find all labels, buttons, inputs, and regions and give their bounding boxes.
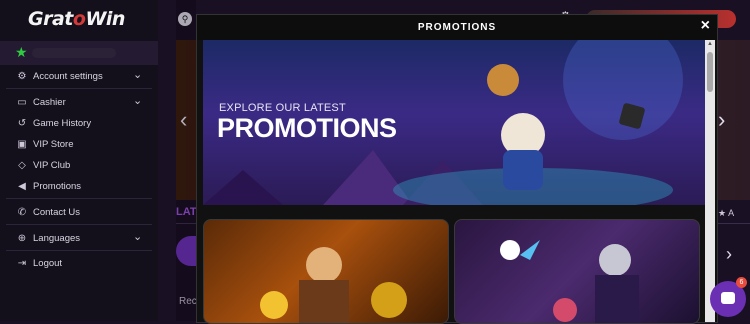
sidebar-item-cashier[interactable]: ▭ Cashier ⌄ — [0, 93, 158, 113]
chevron-down-icon: ⌄ — [133, 95, 143, 107]
sidebar: GratoWin ★ ⚙ Account settings ⌄ ▭ Cashie… — [0, 0, 158, 321]
divider — [6, 224, 152, 225]
notification-badge: 6 — [736, 277, 747, 288]
sidebar-item-game-history[interactable]: ↺ Game History — [0, 114, 158, 134]
star-icon: ★ — [15, 44, 28, 60]
sidebar-item-label: VIP Store — [33, 139, 74, 150]
divider — [6, 250, 152, 251]
overlay — [176, 0, 196, 321]
sidebar-item-label: Game History — [33, 118, 92, 129]
user-progress-bar — [32, 48, 116, 58]
chevron-down-icon: ⌄ — [133, 69, 143, 81]
promotions-banner: EXPLORE OUR LATEST PROMOTIONS — [203, 40, 705, 205]
history-icon: ↺ — [17, 118, 27, 129]
close-icon[interactable]: × — [701, 17, 710, 35]
scroll-up-icon[interactable]: ▲ — [705, 40, 715, 48]
diamond-icon: ◇ — [18, 160, 26, 171]
cashier-icon: ▭ — [17, 97, 27, 108]
promo-card-artwork — [260, 247, 407, 323]
globe-icon: ⊕ — [17, 233, 27, 244]
phone-icon: ✆ — [17, 207, 27, 218]
sidebar-item-label: Account settings — [33, 71, 103, 82]
scrollbar[interactable]: ▲ — [705, 40, 715, 322]
scrollbar-thumb[interactable] — [707, 52, 713, 92]
sidebar-item-label: Cashier — [33, 97, 66, 108]
section-link[interactable]: A — [728, 208, 734, 218]
sidebar-item-promotions[interactable]: ◀ Promotions — [0, 177, 158, 197]
modal-title: PROMOTIONS — [417, 22, 497, 33]
banner-title: PROMOTIONS — [217, 113, 397, 143]
brand-logo[interactable]: GratoWin — [28, 8, 125, 30]
gear-icon: ⚙ — [17, 71, 27, 82]
sidebar-item-vip-club[interactable]: ◇ VIP Club — [0, 156, 158, 176]
promo-card-artwork — [500, 240, 639, 323]
modal-header: PROMOTIONS × — [197, 15, 717, 40]
divider — [6, 88, 152, 89]
sidebar-item-label: Languages — [33, 233, 81, 244]
promo-card[interactable] — [454, 219, 700, 324]
sidebar-item-account-settings[interactable]: ⚙ Account settings ⌄ — [0, 67, 158, 87]
store-icon: ▣ — [17, 139, 27, 150]
sidebar-item-label: Contact Us — [33, 207, 80, 218]
divider — [6, 198, 152, 199]
sidebar-item-label: Promotions — [33, 181, 82, 192]
sidebar-item-logout[interactable]: ⇥ Logout — [0, 254, 158, 274]
promotions-modal: PROMOTIONS × EXPLORE OUR LATEST PROMOTIO… — [196, 14, 718, 324]
sidebar-item-languages[interactable]: ⊕ Languages ⌄ — [0, 229, 158, 249]
carousel-next-icon[interactable]: › — [718, 107, 725, 133]
category-next-icon[interactable]: › — [726, 244, 732, 265]
megaphone-icon: ◀ — [18, 181, 26, 192]
logout-icon: ⇥ — [17, 258, 27, 269]
chevron-down-icon: ⌄ — [133, 231, 143, 243]
chat-icon — [721, 292, 735, 304]
sidebar-item-label: VIP Club — [33, 160, 71, 171]
star-icon: ★ A — [718, 208, 735, 218]
sidebar-item-label: Logout — [33, 258, 63, 269]
promo-card[interactable] — [203, 219, 449, 324]
sidebar-item-contact-us[interactable]: ✆ Contact Us — [0, 203, 158, 223]
user-row[interactable]: ★ — [0, 41, 158, 65]
sidebar-item-vip-store[interactable]: ▣ VIP Store — [0, 135, 158, 155]
